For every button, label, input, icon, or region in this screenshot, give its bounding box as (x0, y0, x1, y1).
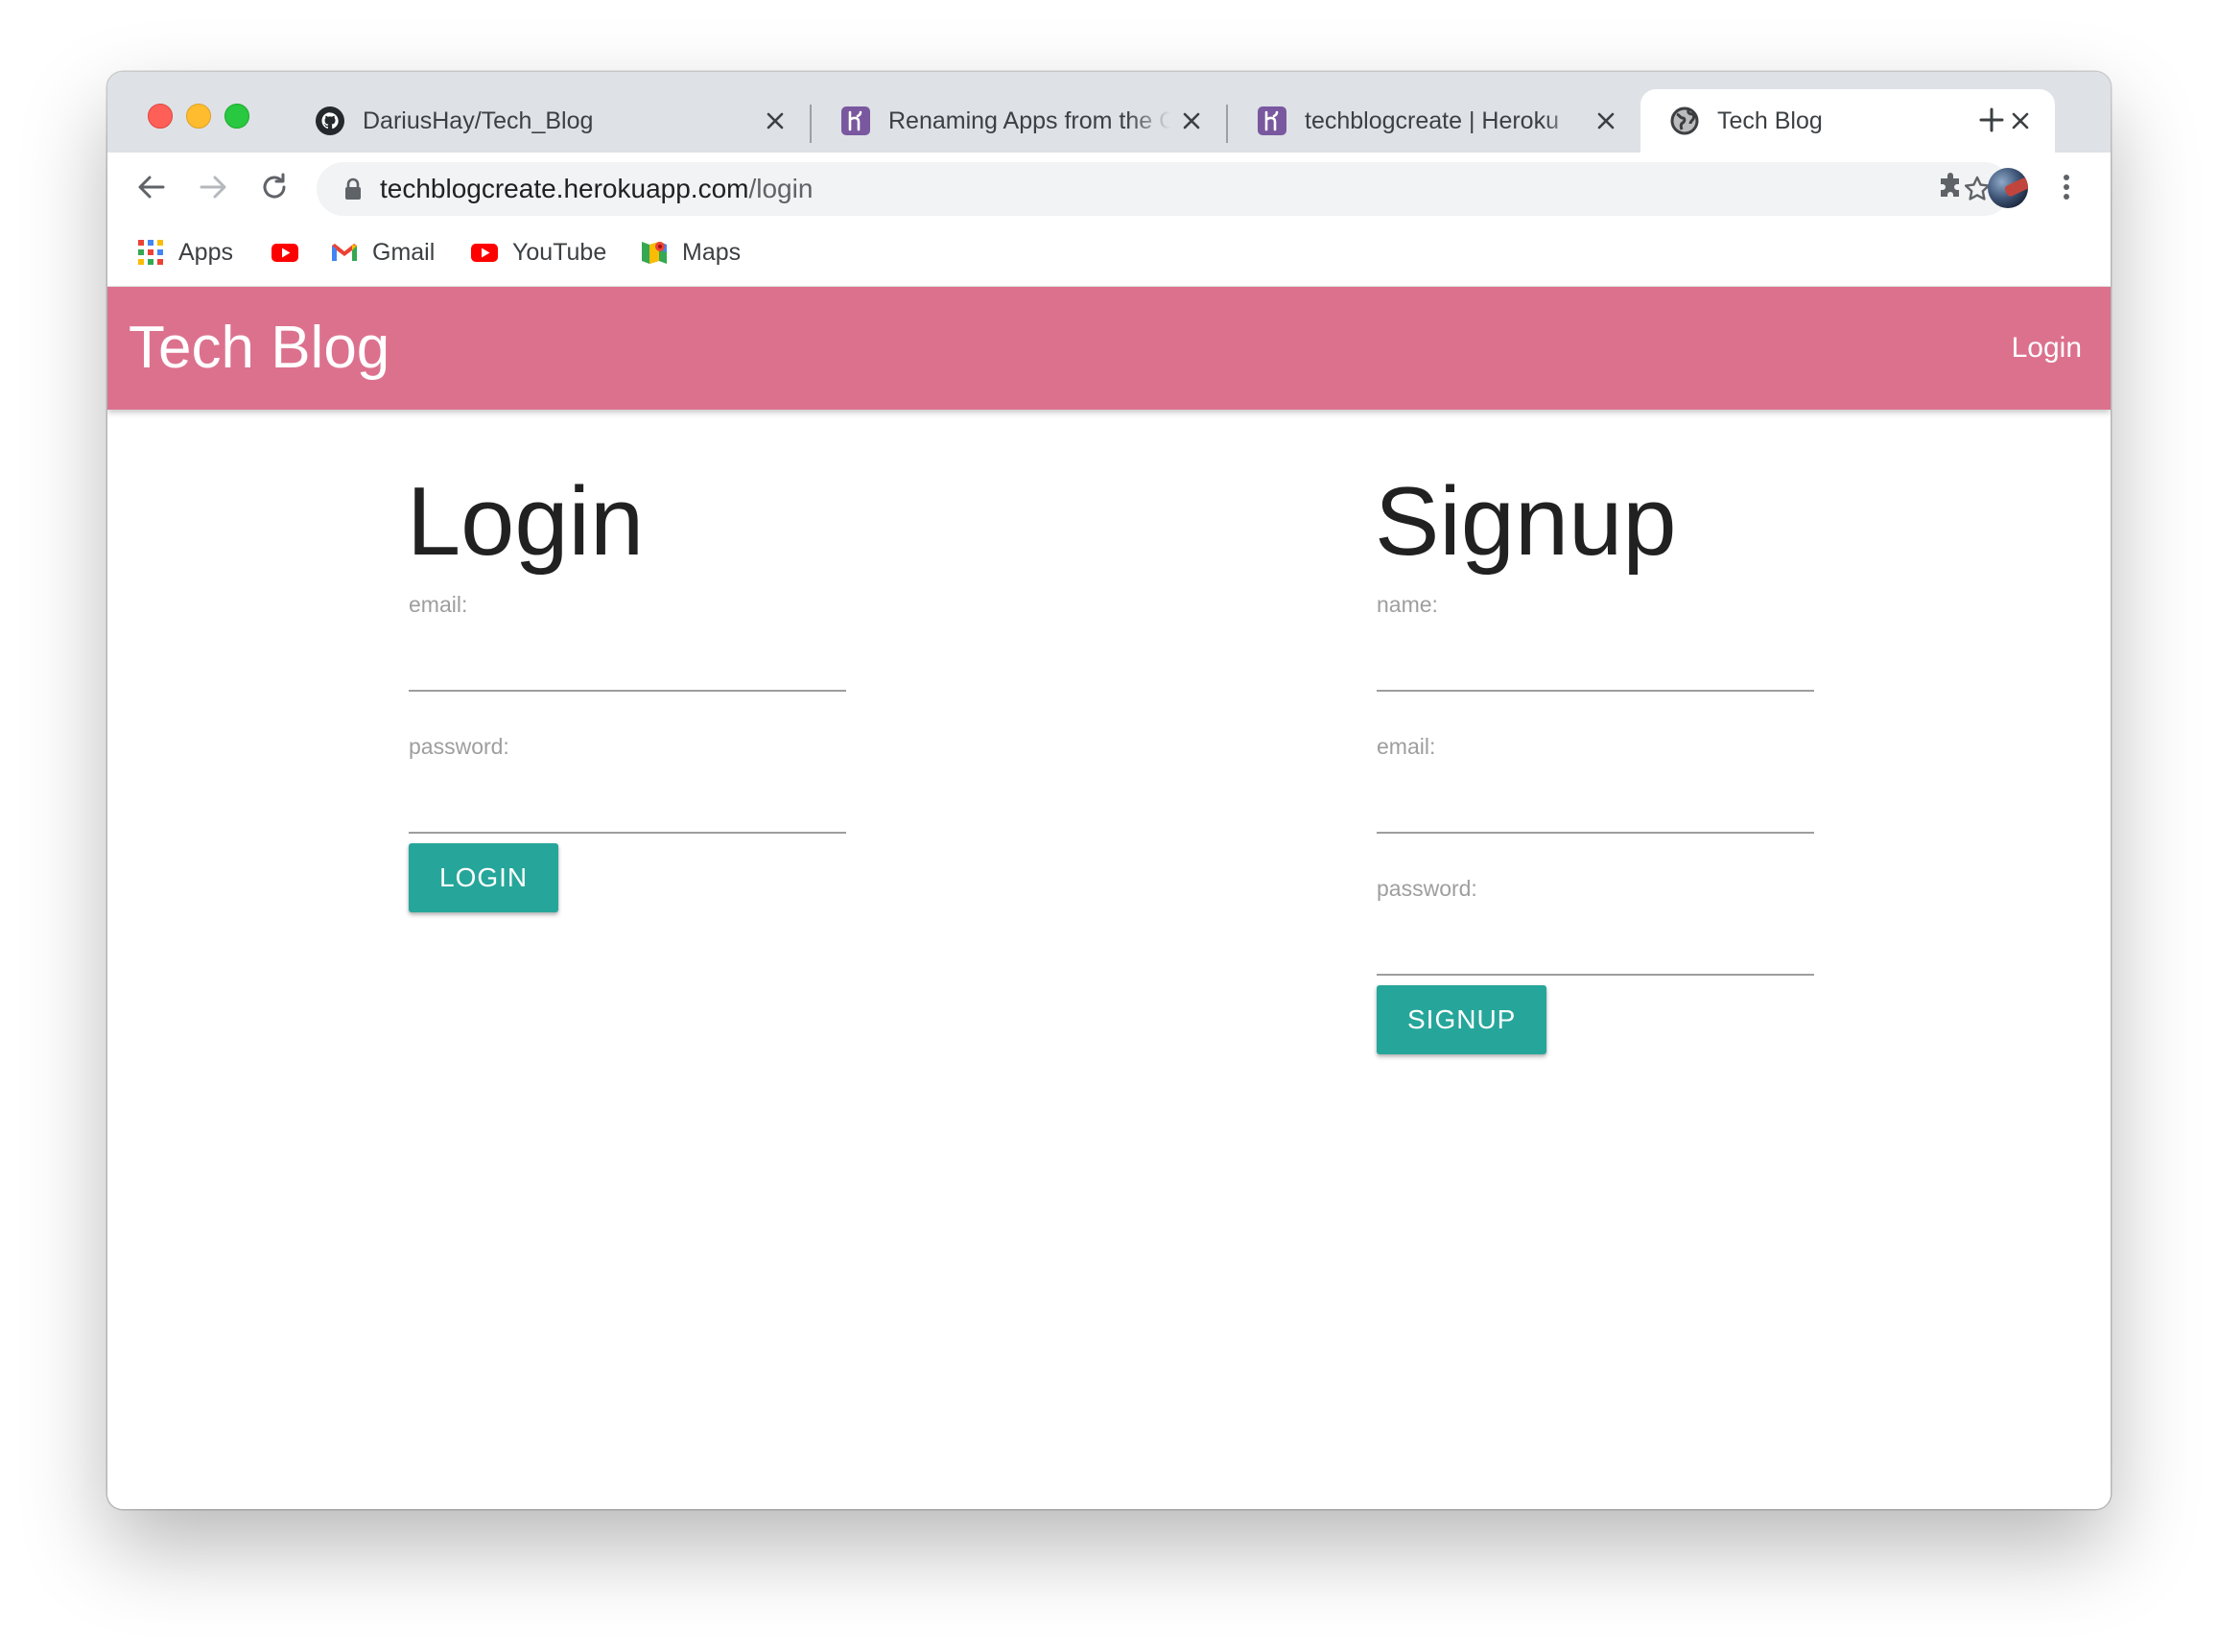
bookmark-label: Maps (682, 238, 742, 266)
maps-icon (642, 242, 667, 264)
nav-login-link[interactable]: Login (2012, 287, 2082, 410)
close-icon[interactable] (2007, 107, 2034, 134)
close-icon[interactable] (1593, 107, 1619, 134)
bookmark-maps[interactable]: Maps (640, 222, 741, 283)
arrow-right-icon (200, 176, 226, 199)
reload-icon (263, 173, 286, 199)
browser-window: DariusHay/Tech_Blog Renaming Apps from t… (107, 72, 2111, 1509)
puzzle-icon (1941, 173, 1959, 197)
close-icon[interactable] (762, 107, 789, 134)
github-icon (316, 106, 344, 135)
heroku-icon (841, 106, 870, 135)
reload-button[interactable] (253, 166, 295, 208)
arrow-left-icon (138, 176, 165, 199)
bookmark-youtube[interactable]: YouTube (470, 222, 606, 283)
login-form: Login email: password: LOGIN (407, 450, 850, 912)
login-password-input[interactable] (409, 768, 846, 834)
back-button[interactable] (130, 166, 173, 208)
lock-icon[interactable] (343, 177, 363, 201)
bookmark-apps[interactable]: Apps (136, 222, 233, 283)
web-page: Tech Blog Login Login email: password: L… (107, 287, 2111, 1509)
heroku-icon (1258, 106, 1286, 135)
apps-grid-icon (138, 240, 163, 265)
signup-form: Signup name: email: password: SIGNUP (1375, 450, 1818, 1054)
youtube-icon (471, 244, 498, 262)
youtube-icon (271, 244, 298, 262)
bookmark-label: Apps (178, 238, 233, 266)
login-password-field-group: password: (409, 726, 850, 868)
bookmark-gmail[interactable]: Gmail (330, 222, 435, 283)
extensions-button[interactable] (1930, 166, 1972, 208)
site-brand-link[interactable]: Tech Blog (129, 287, 389, 410)
more-vert-icon (2064, 175, 2069, 200)
tab-heroku-renaming[interactable]: Renaming Apps from the CLI (812, 89, 1226, 153)
browser-toolbar: techblogcreate.herokuapp.com/login (107, 153, 2111, 222)
close-icon[interactable] (1178, 107, 1205, 134)
forward-button[interactable] (192, 166, 234, 208)
bookmark-label: YouTube (512, 238, 607, 266)
tab-label: techblogcreate | Heroku (1305, 106, 1559, 134)
profile-avatar[interactable] (1988, 168, 2028, 208)
tab-github[interactable]: DariusHay/Tech_Blog (286, 89, 810, 153)
login-email-label: email: (409, 592, 468, 617)
new-tab-button[interactable] (1974, 103, 2009, 137)
signup-name-field-group: name: (1377, 584, 1818, 726)
signup-name-label: name: (1377, 592, 1438, 617)
minimize-window-button[interactable] (186, 104, 211, 129)
url-path: /login (748, 174, 814, 203)
bookmark-youtube-icon-only[interactable] (271, 222, 313, 283)
tab-label: Renaming Apps from the CLI (888, 106, 1170, 134)
signup-name-input[interactable] (1377, 626, 1814, 692)
address-bar[interactable]: techblogcreate.herokuapp.com/login (317, 162, 2011, 216)
bookmarks-bar: Apps Gmail YouTube Maps (107, 222, 2111, 287)
login-email-field-group: email: (409, 584, 850, 726)
maximize-window-button[interactable] (224, 104, 249, 129)
bookmark-label: Gmail (372, 238, 436, 266)
login-password-label: password: (409, 734, 509, 759)
signup-email-field-group: email: (1377, 726, 1818, 868)
url-text[interactable]: techblogcreate.herokuapp.com/login (380, 162, 813, 216)
tab-label: Tech Blog (1717, 106, 1823, 134)
close-window-button[interactable] (148, 104, 173, 129)
tab-strip: DariusHay/Tech_Blog Renaming Apps from t… (107, 72, 2111, 153)
login-email-input[interactable] (409, 626, 846, 692)
browser-menu-button[interactable] (2045, 166, 2088, 208)
login-title: Login (407, 468, 645, 576)
url-host: techblogcreate.herokuapp.com (380, 174, 749, 203)
signup-email-label: email: (1377, 734, 1436, 759)
signup-title: Signup (1375, 468, 1677, 576)
plus-icon (1979, 107, 2004, 132)
tab-heroku-dashboard[interactable]: techblogcreate | Heroku (1228, 89, 1640, 153)
gmail-icon (332, 244, 357, 261)
site-navbar: Tech Blog Login (107, 287, 2111, 410)
signup-password-field-group: password: (1377, 868, 1818, 1010)
globe-icon (1670, 106, 1699, 135)
signup-password-label: password: (1377, 876, 1477, 901)
tab-label: DariusHay/Tech_Blog (363, 106, 594, 134)
signup-password-input[interactable] (1377, 910, 1814, 976)
signup-email-input[interactable] (1377, 768, 1814, 834)
